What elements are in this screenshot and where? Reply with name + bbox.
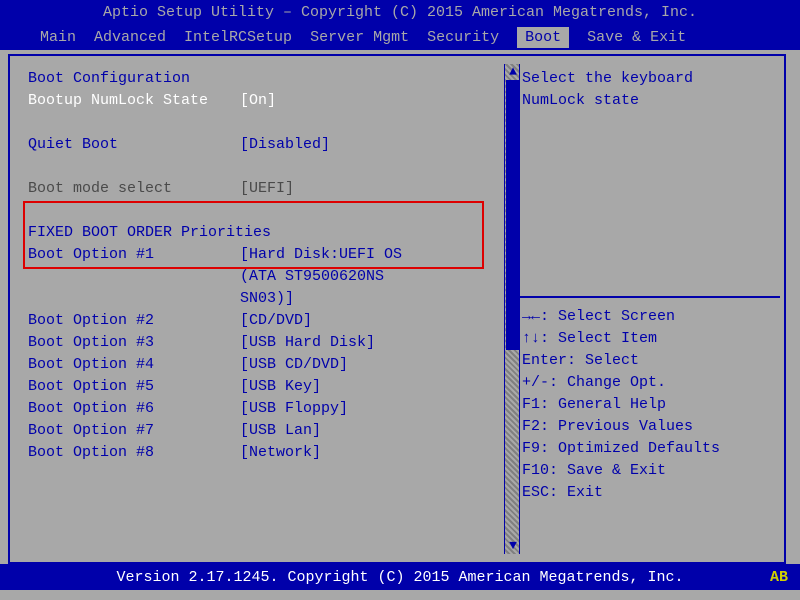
boot-option-5[interactable]: Boot Option #5 [USB Key]	[28, 376, 514, 398]
boot-option-6[interactable]: Boot Option #6 [USB Floppy]	[28, 398, 514, 420]
key-hint: Enter: Select	[522, 350, 776, 372]
key-hint: ↑↓: Select Item	[522, 328, 776, 350]
footer-version: Version 2.17.1245. Copyright (C) 2015 Am…	[116, 569, 683, 586]
boot-option-1[interactable]: Boot Option #1 [Hard Disk:UEFI OS	[28, 244, 514, 266]
boot-opt1-value-l1: [Hard Disk:UEFI OS	[240, 244, 402, 266]
key-hint: F1: General Help	[522, 394, 776, 416]
key-hint: ESC: Exit	[522, 482, 776, 504]
key-hint: F9: Optimized Defaults	[522, 438, 776, 460]
quiet-boot-value: [Disabled]	[240, 134, 330, 156]
menu-bar: Main Advanced IntelRCSetup Server Mgmt S…	[0, 24, 800, 50]
key-hint: F10: Save & Exit	[522, 460, 776, 482]
boot-option-3[interactable]: Boot Option #3 [USB Hard Disk]	[28, 332, 514, 354]
tab-intelrcsetup[interactable]: IntelRCSetup	[184, 29, 292, 46]
row-boot-mode[interactable]: Boot mode select [UEFI]	[28, 178, 514, 200]
help-divider	[518, 296, 780, 298]
key-hint: +/-: Change Opt.	[522, 372, 776, 394]
title-bar: Aptio Setup Utility – Copyright (C) 2015…	[0, 0, 800, 24]
help-panel: Select the keyboard NumLock state →←: Se…	[518, 54, 786, 564]
tab-main[interactable]: Main	[40, 29, 76, 46]
tab-server-mgmt[interactable]: Server Mgmt	[310, 29, 409, 46]
row-quiet-boot[interactable]: Quiet Boot [Disabled]	[28, 134, 514, 156]
footer-bar: Version 2.17.1245. Copyright (C) 2015 Am…	[0, 564, 800, 590]
tab-save-exit[interactable]: Save & Exit	[587, 29, 686, 46]
section-boot-config: Boot Configuration	[28, 68, 514, 90]
tab-security[interactable]: Security	[427, 29, 499, 46]
boot-opt1-label: Boot Option #1	[28, 244, 240, 266]
numlock-value: [On]	[240, 90, 276, 112]
row-numlock-state[interactable]: Bootup NumLock State [On]	[28, 90, 514, 112]
quiet-boot-label: Quiet Boot	[28, 134, 240, 156]
help-line-2: NumLock state	[522, 90, 776, 112]
numlock-label: Bootup NumLock State	[28, 90, 240, 112]
settings-panel: Boot Configuration Bootup NumLock State …	[8, 54, 518, 564]
key-hint: →←: Select Screen	[522, 306, 776, 328]
boot-opt1-value-l2: (ATA ST9500620NS	[240, 266, 384, 288]
boot-option-8[interactable]: Boot Option #8 [Network]	[28, 442, 514, 464]
boot-opt1-value-l3: SN03)]	[240, 288, 294, 310]
boot-option-1-cont1: (ATA ST9500620NS	[28, 266, 514, 288]
bios-screen: Aptio Setup Utility – Copyright (C) 2015…	[0, 0, 800, 600]
main-area: Boot Configuration Bootup NumLock State …	[0, 50, 800, 568]
key-hint: F2: Previous Values	[522, 416, 776, 438]
boot-option-2[interactable]: Boot Option #2 [CD/DVD]	[28, 310, 514, 332]
boot-option-4[interactable]: Boot Option #4 [USB CD/DVD]	[28, 354, 514, 376]
boot-mode-label: Boot mode select	[28, 178, 240, 200]
boot-option-1-cont2: SN03)]	[28, 288, 514, 310]
help-line-1: Select the keyboard	[522, 68, 776, 90]
boot-mode-value: [UEFI]	[240, 178, 294, 200]
section-boot-order: FIXED BOOT ORDER Priorities	[28, 222, 514, 244]
footer-marker: AB	[770, 569, 788, 586]
tab-boot[interactable]: Boot	[517, 27, 569, 48]
tab-advanced[interactable]: Advanced	[94, 29, 166, 46]
boot-option-7[interactable]: Boot Option #7 [USB Lan]	[28, 420, 514, 442]
